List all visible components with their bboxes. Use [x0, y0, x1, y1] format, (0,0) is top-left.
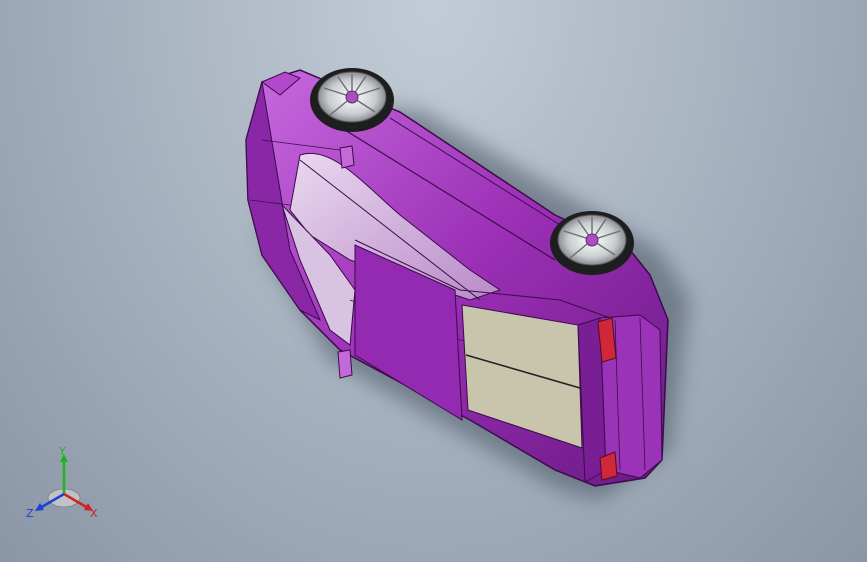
coordinate-triad: Y X Z [26, 446, 98, 520]
rear-wheel [550, 211, 634, 275]
z-axis-label: Z [26, 507, 34, 520]
car-model-3d-view[interactable] [0, 0, 867, 562]
front-wheel [310, 68, 394, 132]
y-axis-label: Y [58, 446, 66, 458]
graphics-viewport[interactable]: Y X Z [0, 0, 867, 562]
x-axis-label: X [90, 507, 98, 520]
